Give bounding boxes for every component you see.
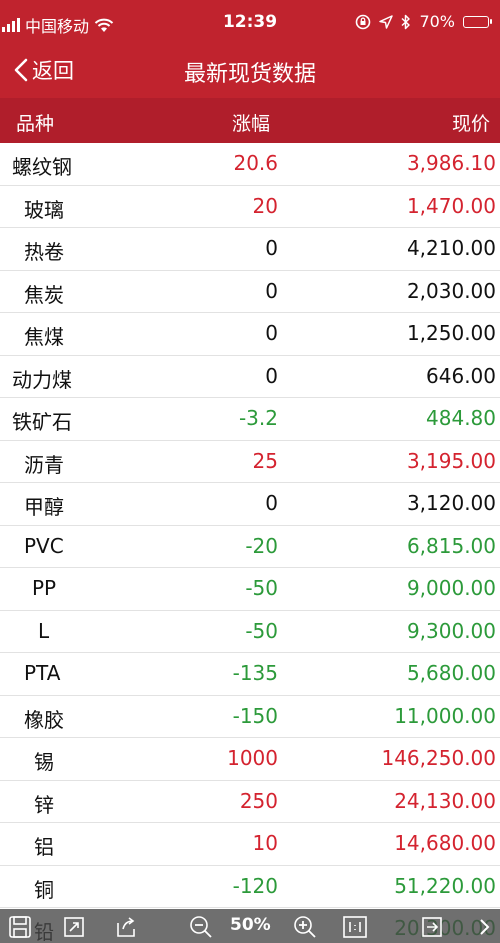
next-icon[interactable] <box>478 915 494 939</box>
price-value: 146,250.00 <box>381 746 496 770</box>
commodity-name: PVC <box>24 533 64 558</box>
location-icon <box>379 14 394 29</box>
change-value: 25 <box>252 448 278 473</box>
bluetooth-icon <box>401 14 411 29</box>
change-value: 10 <box>252 831 278 855</box>
commodity-name: PTA <box>24 661 61 685</box>
table-row[interactable]: 锌 250 24,130.00 <box>0 781 500 823</box>
table-row[interactable]: 铜 -120 51,220.00 <box>0 866 500 908</box>
change-value: -20 <box>245 533 278 558</box>
commodity-name: 螺纹钢 <box>12 155 72 179</box>
table-row[interactable]: 橡胶 -150 11,000.00 <box>0 696 500 738</box>
table-row[interactable]: 玻璃 20 1,470.00 <box>0 186 500 228</box>
price-value: 9,000.00 <box>406 576 496 600</box>
commodity-name: 焦煤 <box>24 325 64 349</box>
price-value: 6,815.00 <box>406 533 496 558</box>
battery-percent: 70% <box>419 12 455 31</box>
commodity-name: 橡胶 <box>24 707 64 732</box>
save-icon[interactable] <box>8 915 32 939</box>
data-table: 螺纹钢 20.6 3,986.10 玻璃 20 1,470.00 热卷 0 4,210.00 焦炭… <box>0 143 500 943</box>
price-value: 4,210.00 <box>406 236 496 260</box>
price-value: 1,250.00 <box>406 321 496 345</box>
commodity-name: 甲醇 <box>24 495 64 519</box>
commodity-name: 动力煤 <box>12 367 72 392</box>
zoom-out-icon[interactable] <box>188 915 214 939</box>
change-value: -3.2 <box>238 406 278 430</box>
change-value: 0 <box>265 321 278 345</box>
share-icon[interactable] <box>114 915 138 939</box>
commodity-name: 铁矿石 <box>12 410 72 434</box>
price-value: 51,220.00 <box>394 873 496 898</box>
commodity-name: 锡 <box>34 750 54 774</box>
change-value: -120 <box>232 873 278 898</box>
price-value: 1,470.00 <box>406 193 496 218</box>
column-header-price: 现价 <box>451 113 490 135</box>
table-row[interactable]: 热卷 0 4,210.00 <box>0 228 500 271</box>
table-row[interactable]: 动力煤 0 646.00 <box>0 356 500 398</box>
change-value: 0 <box>265 278 278 303</box>
battery-icon <box>463 15 492 28</box>
column-header-name: 品种 <box>16 113 55 135</box>
price-value: 9,300.00 <box>406 618 496 643</box>
change-value: 1000 <box>227 746 278 770</box>
zoom-level: 50% <box>230 915 271 935</box>
table-row[interactable]: 甲醇 0 3,120.00 <box>0 483 500 526</box>
table-row[interactable]: 螺纹钢 20.6 3,986.10 <box>0 143 500 186</box>
change-value: 20.6 <box>233 151 278 175</box>
commodity-name: 铜 <box>34 877 54 902</box>
table-row[interactable]: PVC -20 6,815.00 <box>0 526 500 568</box>
price-value: 3,986.10 <box>406 151 496 175</box>
viewer-toolbar: 50% <box>0 909 500 943</box>
price-value: 11,000.00 <box>394 703 496 728</box>
price-value: 5,680.00 <box>406 661 496 685</box>
price-value: 3,120.00 <box>406 491 496 515</box>
table-row[interactable]: PP -50 9,000.00 <box>0 568 500 611</box>
price-value: 14,680.00 <box>394 831 496 855</box>
nav-bar: 返回 最新现货数据 <box>0 46 500 98</box>
commodity-name: L <box>38 618 50 643</box>
change-value: 0 <box>265 363 278 388</box>
table-row[interactable]: 锡 1000 146,250.00 <box>0 738 500 781</box>
change-value: -50 <box>245 576 278 600</box>
table-row[interactable]: 焦煤 0 1,250.00 <box>0 313 500 356</box>
price-value: 646.00 <box>426 363 496 388</box>
commodity-name: 沥青 <box>24 452 64 477</box>
change-value: -50 <box>245 618 278 643</box>
table-row[interactable]: 铁矿石 -3.2 484.80 <box>0 398 500 441</box>
fit-icon[interactable] <box>62 915 86 939</box>
table-row[interactable]: 铝 10 14,680.00 <box>0 823 500 866</box>
zoom-in-icon[interactable] <box>292 915 318 939</box>
price-value: 484.80 <box>426 406 496 430</box>
table-row[interactable]: 焦炭 0 2,030.00 <box>0 271 500 313</box>
page-title: 最新现货数据 <box>183 62 316 87</box>
commodity-name: 热卷 <box>24 240 64 264</box>
table-header: 品种 涨幅 现价 <box>0 98 500 143</box>
column-header-change: 涨幅 <box>232 113 271 135</box>
commodity-name: 玻璃 <box>24 197 64 222</box>
table-row[interactable]: 沥青 25 3,195.00 <box>0 441 500 483</box>
fullscreen-icon[interactable] <box>420 915 444 939</box>
change-value: -135 <box>232 661 278 685</box>
rotation-lock-icon <box>356 14 371 29</box>
status-right: 70% <box>355 12 492 31</box>
commodity-name: PP <box>32 576 57 600</box>
commodity-name: 焦炭 <box>24 282 64 307</box>
price-value: 2,030.00 <box>406 278 496 303</box>
table-row[interactable]: PTA -135 5,680.00 <box>0 653 500 696</box>
price-value: 3,195.00 <box>406 448 496 473</box>
status-bar: 中国移动 12:39 70% <box>0 0 500 46</box>
commodity-name: 锌 <box>34 792 54 817</box>
change-value: 250 <box>239 788 278 813</box>
commodity-name: 铝 <box>34 835 54 859</box>
price-value: 24,130.00 <box>394 788 496 813</box>
change-value: 0 <box>265 491 278 515</box>
table-row[interactable]: L -50 9,300.00 <box>0 611 500 653</box>
actual-size-icon[interactable] <box>342 915 368 939</box>
change-value: 0 <box>265 236 278 260</box>
change-value: -150 <box>232 703 278 728</box>
change-value: 20 <box>252 193 278 218</box>
